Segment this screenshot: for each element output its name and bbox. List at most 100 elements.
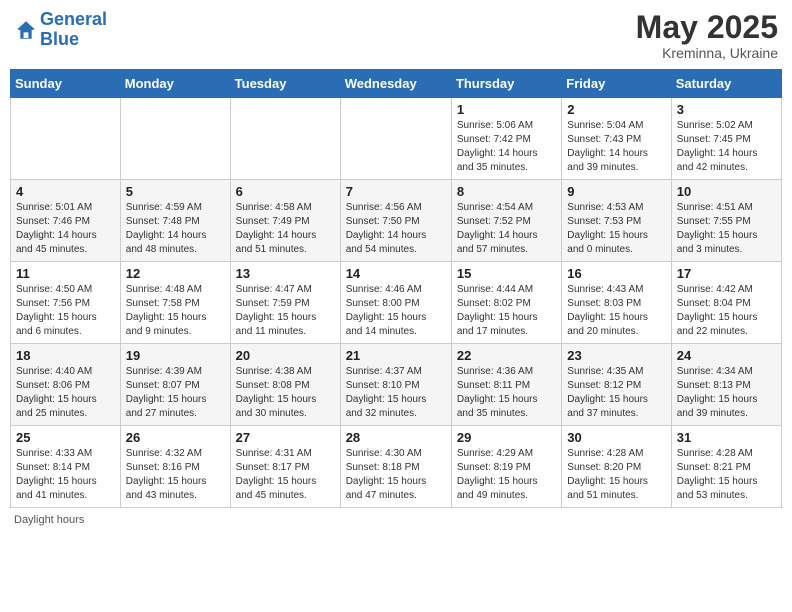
logo: General Blue — [14, 10, 107, 50]
day-info: Sunrise: 4:35 AMSunset: 8:12 PMDaylight:… — [567, 365, 665, 421]
calendar-week-row: 25 Sunrise: 4:33 AMSunset: 8:14 PMDayligh… — [11, 426, 782, 508]
day-number: 8 — [457, 184, 556, 199]
day-number: 2 — [567, 102, 665, 117]
day-number: 31 — [677, 430, 776, 445]
calendar-cell: 5 Sunrise: 4:59 AMSunset: 7:48 PMDaylight… — [120, 180, 230, 262]
calendar-cell: 9Sunrise: 4:53 AMSunset: 7:53 PMDaylight… — [562, 180, 671, 262]
day-number: 18 — [16, 348, 115, 363]
day-number: 4 — [16, 184, 115, 199]
day-info: Sunrise: 4:40 AMSunset: 8:06 PMDaylight:… — [16, 365, 115, 421]
calendar-cell: 10 Sunrise: 4:51 AMSunset: 7:55 PMDayligh… — [671, 180, 781, 262]
day-number: 29 — [457, 430, 556, 445]
calendar-cell: 14 Sunrise: 4:46 AMSunset: 8:00 PMDayligh… — [340, 262, 451, 344]
day-number: 6 — [236, 184, 335, 199]
day-number: 30 — [567, 430, 665, 445]
calendar-day-header-thursday: Thursday — [451, 70, 561, 98]
day-info: Sunrise: 4:33 AMSunset: 8:14 PMDaylight:… — [16, 447, 115, 503]
calendar-cell: 4 Sunrise: 5:01 AMSunset: 7:46 PMDaylight… — [11, 180, 121, 262]
day-info: Sunrise: 4:38 AMSunset: 8:08 PMDaylight:… — [236, 365, 335, 421]
calendar-cell: 30 Sunrise: 4:28 AMSunset: 8:20 PMDayligh… — [562, 426, 671, 508]
calendar-week-row: 1Sunrise: 5:06 AMSunset: 7:42 PMDaylight… — [11, 98, 782, 180]
day-info: Sunrise: 4:47 AMSunset: 7:59 PMDaylight:… — [236, 283, 335, 339]
day-info: Sunrise: 4:31 AMSunset: 8:17 PMDaylight:… — [236, 447, 335, 503]
day-number: 19 — [126, 348, 225, 363]
calendar-table: SundayMondayTuesdayWednesdayThursdayFrid… — [10, 69, 782, 508]
day-number: 5 — [126, 184, 225, 199]
day-info: Sunrise: 4:50 AMSunset: 7:56 PMDaylight:… — [16, 283, 115, 339]
day-info: Sunrise: 4:51 AMSunset: 7:55 PMDaylight:… — [677, 201, 776, 257]
calendar-cell: 18 Sunrise: 4:40 AMSunset: 8:06 PMDayligh… — [11, 344, 121, 426]
calendar-cell: 3 Sunrise: 5:02 AMSunset: 7:45 PMDaylight… — [671, 98, 781, 180]
calendar-cell: 11 Sunrise: 4:50 AMSunset: 7:56 PMDayligh… — [11, 262, 121, 344]
day-number: 23 — [567, 348, 665, 363]
calendar-cell: 24 Sunrise: 4:34 AMSunset: 8:13 PMDayligh… — [671, 344, 781, 426]
title-block: May 2025 Kreminna, Ukraine — [636, 10, 778, 61]
calendar-day-header-tuesday: Tuesday — [230, 70, 340, 98]
day-info: Sunrise: 4:46 AMSunset: 8:00 PMDaylight:… — [346, 283, 446, 339]
day-number: 20 — [236, 348, 335, 363]
day-number: 22 — [457, 348, 556, 363]
calendar-cell: 26 Sunrise: 4:32 AMSunset: 8:16 PMDayligh… — [120, 426, 230, 508]
day-info: Sunrise: 4:54 AMSunset: 7:52 PMDaylight:… — [457, 201, 556, 257]
day-info: Sunrise: 5:06 AMSunset: 7:42 PMDaylight:… — [457, 119, 556, 175]
day-number: 24 — [677, 348, 776, 363]
day-info: Sunrise: 4:28 AMSunset: 8:21 PMDaylight:… — [677, 447, 776, 503]
day-info: Sunrise: 4:39 AMSunset: 8:07 PMDaylight:… — [126, 365, 225, 421]
calendar-cell: 19 Sunrise: 4:39 AMSunset: 8:07 PMDayligh… — [120, 344, 230, 426]
day-number: 14 — [346, 266, 446, 281]
month-year-title: May 2025 — [636, 10, 778, 45]
day-number: 7 — [346, 184, 446, 199]
calendar-day-header-monday: Monday — [120, 70, 230, 98]
calendar-day-header-saturday: Saturday — [671, 70, 781, 98]
day-number: 12 — [126, 266, 225, 281]
day-info: Sunrise: 5:02 AMSunset: 7:45 PMDaylight:… — [677, 119, 776, 175]
logo-text: General Blue — [40, 10, 107, 50]
day-number: 27 — [236, 430, 335, 445]
day-number: 11 — [16, 266, 115, 281]
calendar-cell: 27 Sunrise: 4:31 AMSunset: 8:17 PMDayligh… — [230, 426, 340, 508]
calendar-cell: 8 Sunrise: 4:54 AMSunset: 7:52 PMDaylight… — [451, 180, 561, 262]
calendar-cell: 16Sunrise: 4:43 AMSunset: 8:03 PMDayligh… — [562, 262, 671, 344]
day-number: 17 — [677, 266, 776, 281]
day-info: Sunrise: 4:32 AMSunset: 8:16 PMDaylight:… — [126, 447, 225, 503]
calendar-day-header-wednesday: Wednesday — [340, 70, 451, 98]
day-number: 25 — [16, 430, 115, 445]
calendar-header-row: SundayMondayTuesdayWednesdayThursdayFrid… — [11, 70, 782, 98]
calendar-cell: 17 Sunrise: 4:42 AMSunset: 8:04 PMDayligh… — [671, 262, 781, 344]
day-number: 26 — [126, 430, 225, 445]
logo-icon — [14, 18, 38, 42]
day-number: 10 — [677, 184, 776, 199]
calendar-cell: 31 Sunrise: 4:28 AMSunset: 8:21 PMDayligh… — [671, 426, 781, 508]
calendar-cell: 20 Sunrise: 4:38 AMSunset: 8:08 PMDayligh… — [230, 344, 340, 426]
calendar-cell: 15 Sunrise: 4:44 AMSunset: 8:02 PMDayligh… — [451, 262, 561, 344]
calendar-cell — [230, 98, 340, 180]
calendar-week-row: 11 Sunrise: 4:50 AMSunset: 7:56 PMDayligh… — [11, 262, 782, 344]
footer-note: Daylight hours — [10, 514, 782, 526]
day-number: 3 — [677, 102, 776, 117]
calendar-cell: 25 Sunrise: 4:33 AMSunset: 8:14 PMDayligh… — [11, 426, 121, 508]
calendar-cell: 6Sunrise: 4:58 AMSunset: 7:49 PMDaylight… — [230, 180, 340, 262]
day-info: Sunrise: 4:44 AMSunset: 8:02 PMDaylight:… — [457, 283, 556, 339]
day-info: Sunrise: 4:42 AMSunset: 8:04 PMDaylight:… — [677, 283, 776, 339]
day-number: 28 — [346, 430, 446, 445]
day-info: Sunrise: 4:36 AMSunset: 8:11 PMDaylight:… — [457, 365, 556, 421]
day-info: Sunrise: 5:01 AMSunset: 7:46 PMDaylight:… — [16, 201, 115, 257]
day-info: Sunrise: 4:34 AMSunset: 8:13 PMDaylight:… — [677, 365, 776, 421]
day-info: Sunrise: 4:59 AMSunset: 7:48 PMDaylight:… — [126, 201, 225, 257]
calendar-cell: 23 Sunrise: 4:35 AMSunset: 8:12 PMDayligh… — [562, 344, 671, 426]
location-subtitle: Kreminna, Ukraine — [636, 45, 778, 61]
day-number: 21 — [346, 348, 446, 363]
calendar-cell: 21 Sunrise: 4:37 AMSunset: 8:10 PMDayligh… — [340, 344, 451, 426]
calendar-cell: 28Sunrise: 4:30 AMSunset: 8:18 PMDayligh… — [340, 426, 451, 508]
day-info: Sunrise: 4:53 AMSunset: 7:53 PMDaylight:… — [567, 201, 665, 257]
day-info: Sunrise: 4:28 AMSunset: 8:20 PMDaylight:… — [567, 447, 665, 503]
calendar-cell — [11, 98, 121, 180]
calendar-cell: 1Sunrise: 5:06 AMSunset: 7:42 PMDaylight… — [451, 98, 561, 180]
calendar-cell: 29 Sunrise: 4:29 AMSunset: 8:19 PMDayligh… — [451, 426, 561, 508]
calendar-week-row: 18 Sunrise: 4:40 AMSunset: 8:06 PMDayligh… — [11, 344, 782, 426]
day-info: Sunrise: 5:04 AMSunset: 7:43 PMDaylight:… — [567, 119, 665, 175]
day-info: Sunrise: 4:37 AMSunset: 8:10 PMDaylight:… — [346, 365, 446, 421]
day-number: 15 — [457, 266, 556, 281]
day-info: Sunrise: 4:29 AMSunset: 8:19 PMDaylight:… — [457, 447, 556, 503]
day-info: Sunrise: 4:56 AMSunset: 7:50 PMDaylight:… — [346, 201, 446, 257]
